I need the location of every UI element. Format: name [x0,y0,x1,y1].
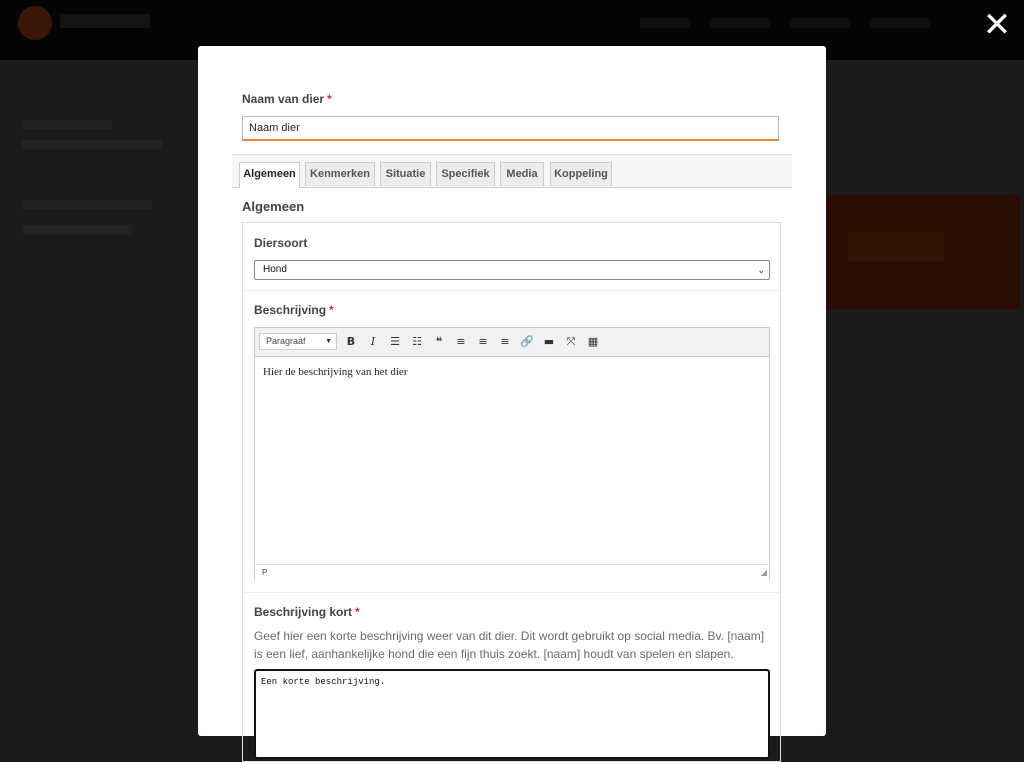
species-select[interactable]: Hond ⌄ [254,260,770,280]
section-title: Algemeen [242,199,305,214]
background-text [22,225,132,234]
background-logo-text [60,14,150,28]
tab-kenmerken[interactable]: Kenmerken [305,162,375,186]
align-right-icon[interactable]: ≡ [497,334,513,350]
divider [243,290,780,291]
close-icon[interactable]: ✕ [982,8,1012,42]
caret-down-icon: ▼ [325,338,332,345]
name-field-label-text: Naam van dier [242,92,325,106]
link-icon[interactable]: 🔗 [519,334,535,350]
species-select-value: Hond [263,264,287,275]
bold-icon[interactable]: B [343,334,359,350]
element-path[interactable]: P [262,565,267,580]
animal-name-input[interactable]: Naam dier [242,116,779,141]
name-field-label: Naam van dier * [242,92,332,106]
divider [243,592,780,593]
background-button [848,232,944,262]
editor-content[interactable]: Hier de beschrijving van het dier [263,366,407,378]
short-description-textarea[interactable]: Een korte beschrijving. [254,669,770,759]
tab-specifiek[interactable]: Specifiek [436,162,495,186]
background-text [22,140,162,149]
align-left-icon[interactable]: ≡ [453,334,469,350]
toolbar-toggle-icon[interactable]: ▦ [585,334,601,350]
read-more-icon[interactable]: ▬ [541,334,557,350]
tab-bar: Algemeen Kenmerken Situatie Specifiek Me… [232,154,792,188]
tab-koppeling[interactable]: Koppeling [550,162,612,186]
format-select-value: Paragraaf [266,336,306,346]
align-center-icon[interactable]: ≡ [475,334,491,350]
animal-form-modal: Naam van dier * Naam dier Algemeen Kenmer… [198,46,826,762]
required-marker: * [327,92,332,106]
description-label: Beschrijving * [254,303,334,317]
short-description-label-text: Beschrijving kort [254,605,353,619]
resize-handle-icon[interactable]: ◢ [761,565,767,580]
tab-algemeen[interactable]: Algemeen [239,162,300,188]
bullet-list-icon[interactable]: ☰ [387,334,403,350]
format-select[interactable]: Paragraaf ▼ [259,333,337,350]
description-editor: Paragraaf ▼ B I ☰ ☷ ❝ ≡ ≡ ≡ 🔗 ▬ ⤧ ▦ Hier… [254,327,770,581]
species-label: Diersoort [254,236,308,250]
chevron-down-icon: ⌄ [757,265,765,275]
required-marker: * [355,605,360,619]
fullscreen-icon[interactable]: ⤧ [563,334,579,350]
short-description-help: Geef hier een korte beschrijving weer va… [254,629,765,661]
general-panel: Diersoort Hond ⌄ Beschrijving * Paragraaf… [242,222,781,762]
background-nav-item [640,18,690,28]
required-marker: * [329,303,334,317]
background-nav-item [870,18,930,28]
numbered-list-icon[interactable]: ☷ [409,334,425,350]
blockquote-icon[interactable]: ❝ [431,334,447,350]
tab-situatie[interactable]: Situatie [380,162,431,186]
background-text [22,120,112,129]
editor-statusbar: P ◢ [255,564,769,581]
background-nav-item [790,18,850,28]
background-text [22,200,152,209]
editor-toolbar: Paragraaf ▼ B I ☰ ☷ ❝ ≡ ≡ ≡ 🔗 ▬ ⤧ ▦ [255,328,769,357]
background-logo [18,6,52,40]
italic-icon[interactable]: I [365,334,381,350]
description-label-text: Beschrijving [254,303,327,317]
short-description-label: Beschrijving kort * [254,605,360,619]
background-nav-item [710,18,770,28]
tab-media[interactable]: Media [500,162,544,186]
